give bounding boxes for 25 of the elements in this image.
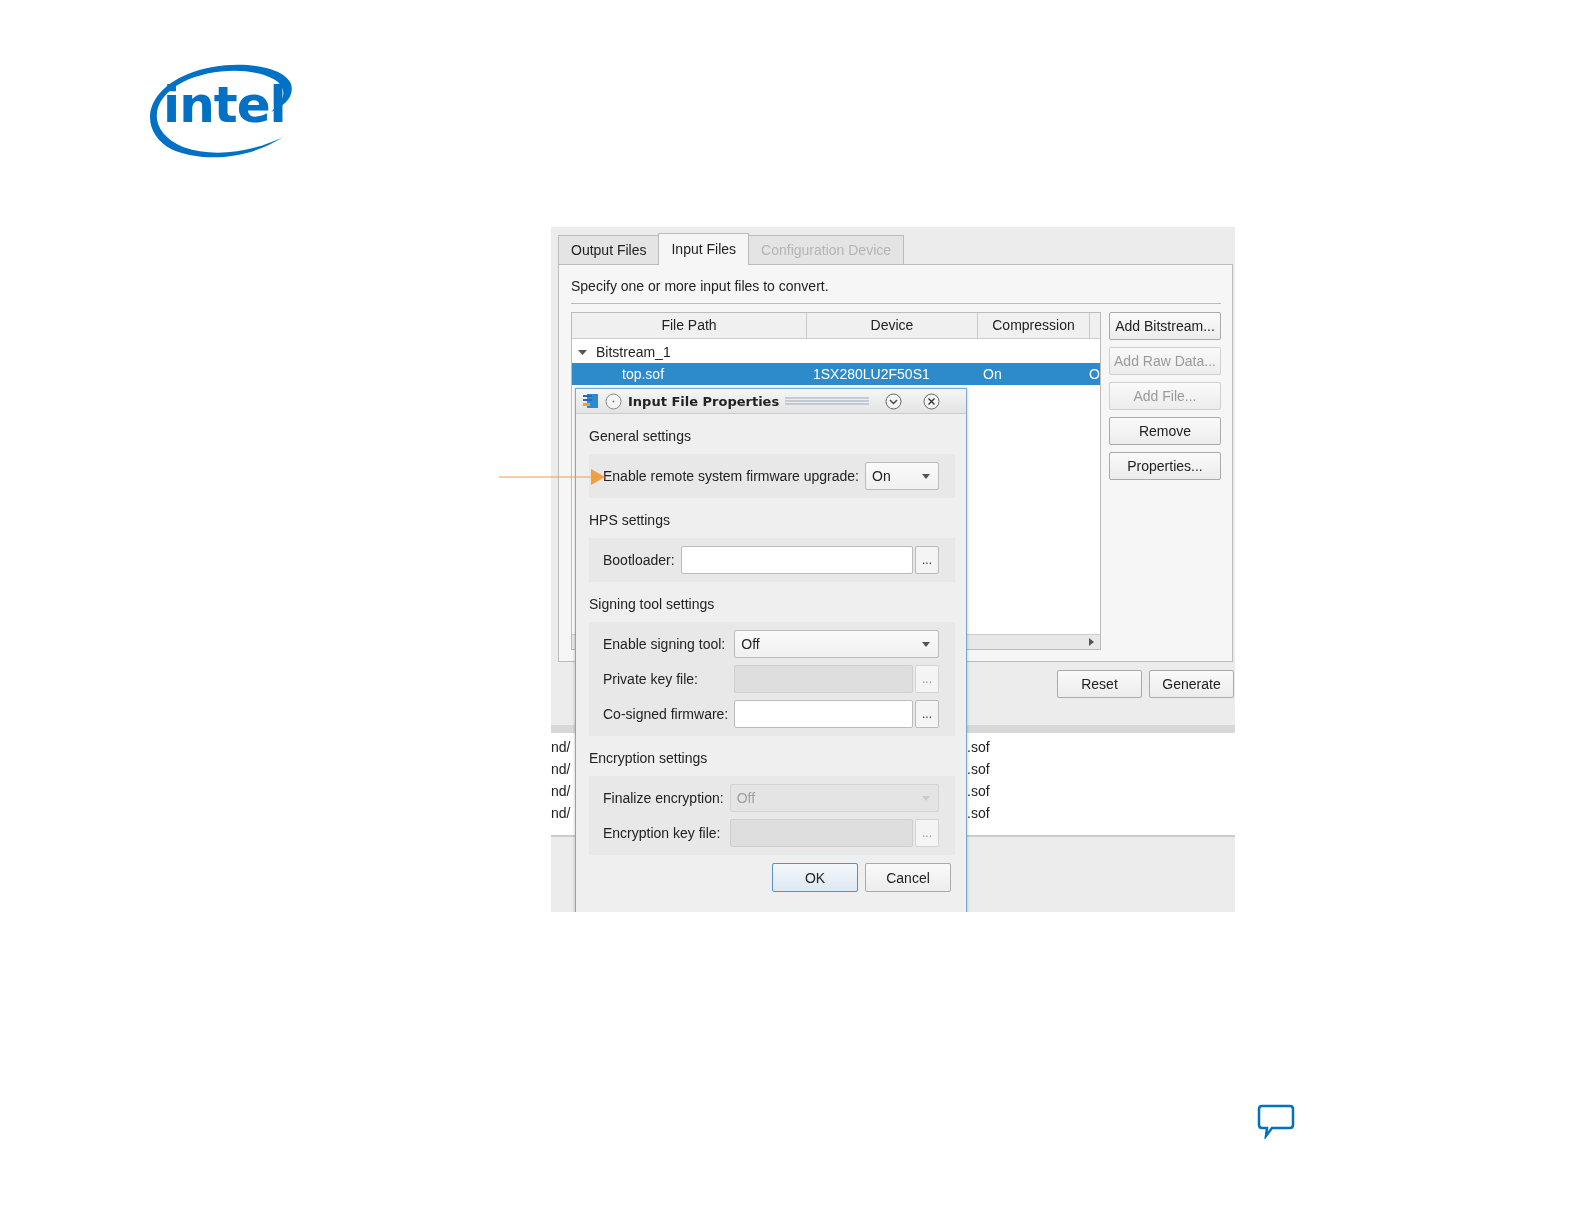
list-text: nd/ bbox=[551, 760, 571, 779]
table-cell: top.sof bbox=[622, 366, 665, 382]
table-cell: On bbox=[983, 366, 1002, 382]
list-text: nd/ bbox=[551, 782, 571, 801]
section-title: Encryption settings bbox=[589, 749, 709, 768]
field-label: Bootloader: bbox=[603, 552, 675, 568]
section-title: Signing tool settings bbox=[589, 595, 716, 614]
field-label: Co-signed firmware: bbox=[603, 706, 729, 722]
list-text: nd/ bbox=[551, 804, 571, 823]
section-title: HPS settings bbox=[589, 511, 671, 530]
list-text: .sof bbox=[967, 782, 990, 801]
table-cell: 1SX280LU2F50S1 bbox=[813, 366, 930, 382]
field-label: Encryption key file: bbox=[603, 825, 722, 841]
list-text: .sof bbox=[967, 760, 990, 779]
field-label: Enable signing tool: bbox=[603, 636, 727, 652]
dialog-title: Input File Properties bbox=[628, 393, 780, 409]
list-text: nd/ bbox=[551, 738, 571, 757]
field-label: Finalize encryption: bbox=[603, 790, 724, 806]
list-text: .sof bbox=[967, 804, 990, 823]
field-label: Enable remote system firmware upgrade: bbox=[603, 468, 859, 484]
table-cell: O bbox=[1089, 366, 1100, 382]
section-title: General settings bbox=[589, 427, 692, 446]
field-label: Private key file: bbox=[603, 671, 699, 687]
instruction-text: Specify one or more input files to convert. bbox=[571, 277, 830, 296]
list-text: .sof bbox=[967, 738, 990, 757]
